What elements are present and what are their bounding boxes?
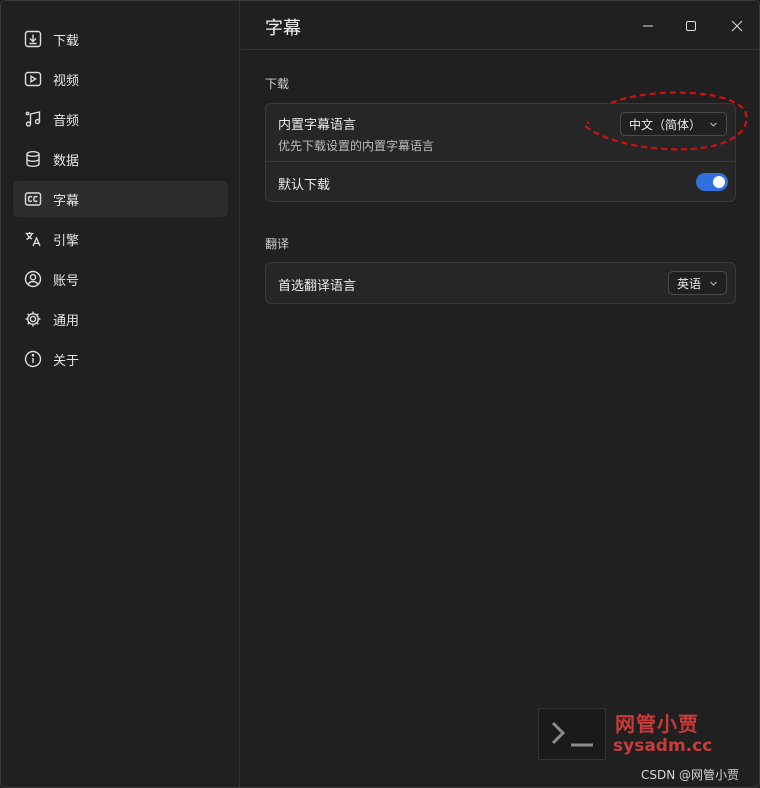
download-settings-card: 内置字幕语言 优先下载设置的内置字幕语言 中文（简体） 默认下载 [265,103,736,202]
footer-credit: CSDN @网管小贾 [641,768,740,782]
sidebar-item-label: 音频 [53,113,80,129]
sidebar-item-data[interactable]: 数据 [13,141,228,177]
embedded-language-value: 中文（简体） [629,117,702,132]
sidebar-item-download[interactable]: 下载 [13,21,228,57]
app-window: 下载 视频 音频 数据 字幕 引擎 账号 通用 关于 字幕 下载 内置字幕语言 … [0,0,760,788]
gear-icon [23,309,43,329]
database-icon [23,149,43,169]
sidebar-item-video[interactable]: 视频 [13,61,228,97]
sidebar-item-label: 引擎 [53,233,80,249]
translate-settings-card: 首选翻译语言 英语 [265,262,736,304]
page-title: 字幕 [265,18,301,39]
sidebar-item-label: 视频 [53,73,80,89]
watermark-cn: 网管小贾 [615,712,699,736]
preferred-language-value: 英语 [677,276,702,291]
preferred-language-row: 首选翻译语言 英语 [266,263,735,305]
sidebar-item-audio[interactable]: 音频 [13,101,228,137]
embedded-language-subtitle: 优先下载设置的内置字幕语言 [278,139,435,153]
sidebar-item-label: 关于 [53,353,80,369]
toggle-knob [713,176,725,188]
preferred-language-select[interactable]: 英语 [668,271,728,295]
sidebar-item-label: 账号 [53,273,80,289]
sidebar-item-account[interactable]: 账号 [13,261,228,297]
close-icon[interactable] [726,15,748,37]
embedded-language-row: 内置字幕语言 优先下载设置的内置字幕语言 中文（简体） [266,104,735,161]
closed-caption-icon [23,189,43,209]
music-note-icon [23,109,43,129]
sidebar-item-label: 数据 [53,153,80,169]
sidebar-item-subtitles[interactable]: 字幕 [13,181,228,217]
sidebar-item-engine[interactable]: 引擎 [13,221,228,257]
section-title-download: 下载 [265,77,290,91]
sidebar: 下载 视频 音频 数据 字幕 引擎 账号 通用 关于 [1,1,240,787]
watermark-en: sysadm.cc [613,736,713,756]
info-icon [23,349,43,369]
download-icon [23,29,43,49]
chevron-down-icon [709,279,718,288]
video-icon [23,69,43,89]
default-download-toggle[interactable] [696,173,728,191]
default-download-title: 默认下载 [278,178,331,193]
watermark-logo [538,708,606,760]
minimize-icon[interactable] [637,15,659,37]
embedded-language-select[interactable]: 中文（简体） [620,112,728,136]
translate-icon [23,229,43,249]
main-panel: 字幕 下载 内置字幕语言 优先下载设置的内置字幕语言 中文（简体） 默认下载 翻… [241,1,759,787]
embedded-language-title: 内置字幕语言 [278,118,357,133]
sidebar-item-general[interactable]: 通用 [13,301,228,337]
sidebar-item-label: 通用 [53,313,80,329]
preferred-language-title: 首选翻译语言 [278,279,357,294]
default-download-row: 默认下载 [266,162,735,202]
sidebar-item-label: 下载 [53,33,80,49]
sidebar-item-about[interactable]: 关于 [13,341,228,377]
sidebar-item-label: 字幕 [53,193,80,209]
maximize-icon[interactable] [680,15,702,37]
section-title-translate: 翻译 [265,237,290,251]
title-bar: 字幕 [241,1,759,50]
chevron-down-icon [709,120,718,129]
account-icon [23,269,43,289]
